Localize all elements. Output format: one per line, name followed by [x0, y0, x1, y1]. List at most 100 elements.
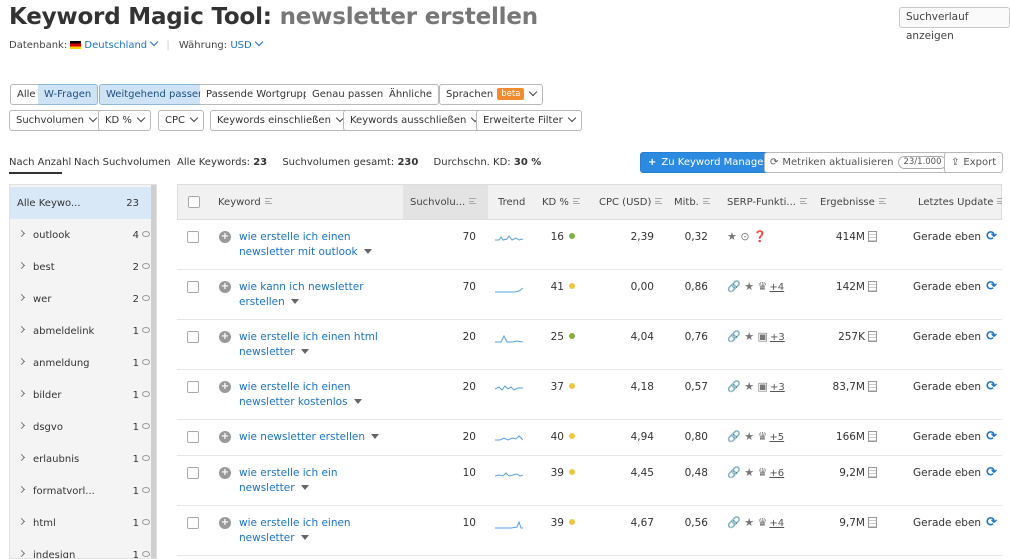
row-checkbox[interactable]: [187, 331, 199, 343]
last-update-cell[interactable]: Gerade eben ⟳: [892, 329, 997, 344]
keyword-link[interactable]: wie kann ich newsletter erstellen: [239, 280, 389, 310]
sidebar-item[interactable]: html 1: [10, 507, 153, 539]
keyword-link[interactable]: wie newsletter erstellen: [239, 430, 389, 445]
add-keyword-icon[interactable]: +: [219, 331, 231, 343]
sidebar-item[interactable]: best 2: [10, 251, 153, 283]
row-checkbox[interactable]: [187, 517, 199, 529]
results-cell[interactable]: 142M: [807, 281, 877, 293]
serp-features[interactable]: 🔗 ★ ♛ +5: [727, 430, 784, 443]
languages-dropdown[interactable]: Sprachen beta: [439, 84, 544, 105]
add-keyword-icon[interactable]: +: [219, 381, 231, 393]
col-last-update[interactable]: Letztes Update: [918, 197, 1002, 208]
serp-features[interactable]: 🔗 ★ ♛ +6: [727, 466, 784, 479]
sidebar-item[interactable]: abmeldelink 1: [10, 315, 153, 347]
results-cell[interactable]: 9,2M: [807, 467, 877, 479]
export-button[interactable]: ⇪ Export: [944, 152, 1004, 173]
match-phrase[interactable]: Passende Wortgruppe: [200, 84, 323, 105]
col-results[interactable]: Ergebnisse: [820, 197, 886, 208]
sidebar-item[interactable]: formatvorl... 1: [10, 475, 153, 507]
chevron-right-icon: [17, 549, 26, 558]
chevron-right-icon: [17, 389, 26, 398]
sidebar-item[interactable]: outlook 4: [10, 219, 153, 251]
col-kd[interactable]: KD %: [542, 197, 580, 208]
filter-exclude[interactable]: Keywords ausschließen: [343, 110, 486, 131]
results-cell[interactable]: 166M: [807, 431, 877, 443]
sidebar-item[interactable]: erlaubnis 1: [10, 443, 153, 475]
col-volume[interactable]: Suchvolu...: [410, 197, 477, 208]
col-serp[interactable]: SERP-Funkti...: [727, 197, 807, 208]
last-update-cell[interactable]: Gerade eben ⟳: [892, 279, 997, 294]
last-update-cell[interactable]: Gerade eben ⟳: [892, 379, 997, 394]
chevron-down-icon: [149, 37, 159, 47]
last-update-cell[interactable]: Gerade eben ⟳: [892, 465, 997, 480]
history-button[interactable]: Suchverlauf anzeigen: [899, 7, 1010, 42]
sidebar-item[interactable]: dsgvo 1: [10, 411, 153, 443]
query-text: newsletter erstellen: [279, 4, 539, 30]
add-keyword-icon[interactable]: +: [219, 281, 231, 293]
kd-cell: 37: [537, 381, 575, 393]
eye-icon: [142, 391, 150, 397]
col-cpc[interactable]: CPC (USD): [599, 197, 663, 208]
sidebar-item-all[interactable]: Alle Keywo... 23: [10, 187, 153, 219]
currency-select[interactable]: USD: [230, 37, 263, 51]
filter-volume[interactable]: Suchvolumen: [9, 110, 103, 131]
keyword-link[interactable]: wie erstelle ich einen newsletter: [239, 516, 389, 546]
sidebar-item[interactable]: wer 2: [10, 283, 153, 315]
sidebar-scrollbar[interactable]: [151, 185, 156, 558]
results-cell[interactable]: 414M: [807, 231, 877, 243]
serp-features[interactable]: ★ ⊙ ❓: [727, 230, 769, 243]
select-all-checkbox[interactable]: [188, 196, 200, 208]
last-update-cell[interactable]: Gerade eben ⟳: [892, 429, 997, 444]
add-keyword-icon[interactable]: +: [219, 431, 231, 443]
row-checkbox[interactable]: [187, 381, 199, 393]
row-checkbox[interactable]: [187, 231, 199, 243]
row-checkbox[interactable]: [187, 431, 199, 443]
last-update-cell[interactable]: Gerade eben ⟳: [892, 229, 997, 244]
last-update-cell[interactable]: Gerade eben ⟳: [892, 515, 997, 530]
keyword-link[interactable]: wie erstelle ich einen html newsletter: [239, 330, 389, 360]
col-competition[interactable]: Mitb.: [674, 197, 710, 208]
serp-features[interactable]: 🔗 ★ ♛ +4: [727, 516, 784, 529]
eye-icon: [142, 519, 150, 525]
update-metrics-button[interactable]: ⟳ Metriken aktualisieren 23/1.000: [764, 152, 953, 173]
eye-icon: [142, 327, 150, 333]
sidebar-item[interactable]: anmeldung 1: [10, 347, 153, 379]
keyword-link[interactable]: wie erstelle ich einen newsletter mit out…: [239, 230, 389, 260]
serp-features[interactable]: 🔗 ★ ♛ +4: [727, 280, 784, 293]
keyword-link[interactable]: wie erstelle ich ein newsletter: [239, 466, 389, 496]
keyword-manager-button[interactable]: + Zu Keyword Manager: [640, 152, 776, 173]
add-keyword-icon[interactable]: +: [219, 467, 231, 479]
col-keyword[interactable]: Keyword: [218, 197, 272, 208]
match-related[interactable]: Ähnliche: [383, 84, 440, 105]
results-cell[interactable]: 83,7M: [807, 381, 877, 393]
add-keyword-icon[interactable]: +: [219, 231, 231, 243]
volume-cell: 20: [462, 431, 476, 443]
add-keyword-icon[interactable]: +: [219, 517, 231, 529]
chevron-right-icon: [17, 229, 26, 238]
dropdown-caret-icon: [290, 299, 299, 304]
sidebar-item[interactable]: bilder 1: [10, 379, 153, 411]
tab-by-volume[interactable]: Nach Suchvolumen: [74, 157, 171, 168]
keyword-link[interactable]: wie erstelle ich einen newsletter kostenl…: [239, 380, 389, 410]
trend-sparkline: [495, 235, 523, 241]
cpc-cell: 0,00: [630, 281, 654, 293]
serp-features[interactable]: 🔗 ★ ▣ +3: [727, 330, 785, 343]
filter-w-fragen[interactable]: W-Fragen: [38, 84, 99, 105]
filter-advanced[interactable]: Erweiterte Filter: [476, 110, 582, 131]
row-checkbox[interactable]: [187, 467, 199, 479]
filter-include[interactable]: Keywords einschließen: [210, 110, 350, 131]
results-cell[interactable]: 257K: [807, 331, 877, 343]
eye-icon: [142, 487, 150, 493]
row-checkbox[interactable]: [187, 281, 199, 293]
serp-features[interactable]: 🔗 ★ ▣ +3: [727, 380, 785, 393]
filter-cpc[interactable]: CPC: [158, 110, 204, 131]
update-counter: 23/1.000: [898, 156, 947, 169]
database-select[interactable]: Deutschland: [84, 37, 159, 51]
kd-indicator: [569, 333, 575, 339]
filter-kd[interactable]: KD %: [98, 110, 151, 131]
results-cell[interactable]: 9,7M: [807, 517, 877, 529]
tab-by-count[interactable]: Nach Anzahl: [9, 157, 71, 168]
refresh-icon: ⟳: [986, 229, 997, 244]
sidebar-item[interactable]: indesign 1: [10, 539, 153, 558]
active-tab-indicator: [9, 172, 62, 174]
